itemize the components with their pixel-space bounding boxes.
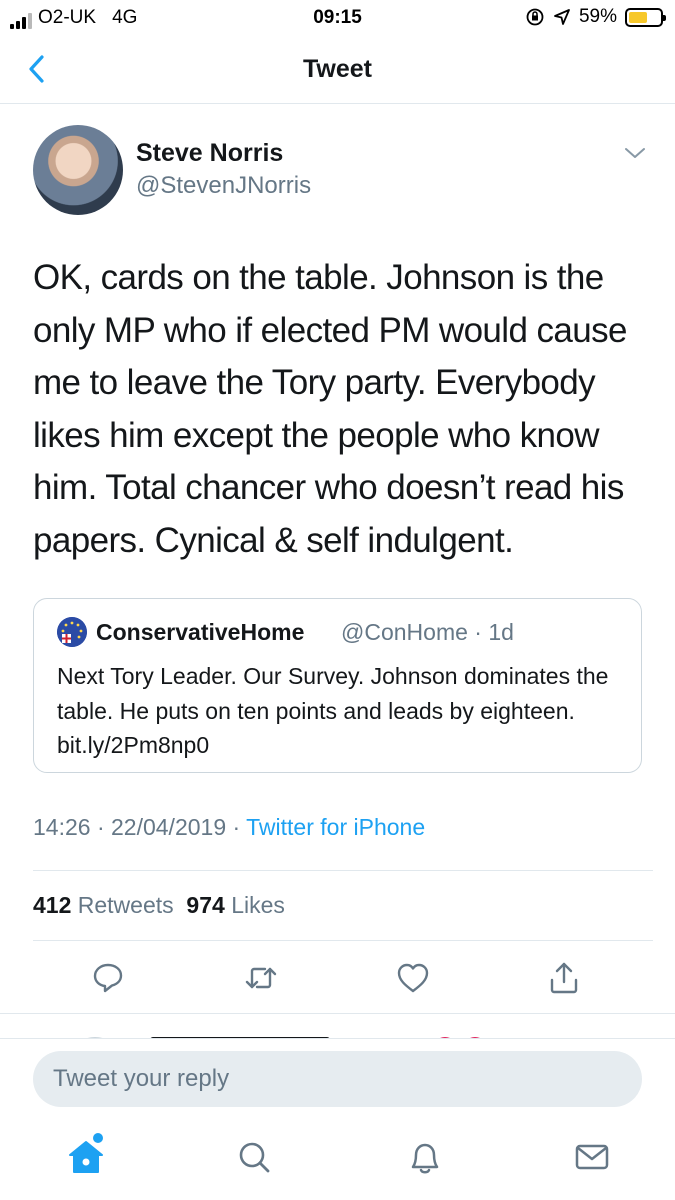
like-count[interactable]: 974 bbox=[186, 892, 224, 918]
status-bar: O2-UK 4G 09:15 59% bbox=[0, 0, 675, 36]
quoted-tweet-text: Next Tory Leader. Our Survey. Johnson do… bbox=[57, 663, 609, 758]
tweet-timestamp: 14:26 · 22/04/2019 · bbox=[33, 814, 247, 840]
author-name[interactable]: Steve Norris bbox=[136, 139, 283, 168]
retweet-count-label[interactable]: Retweets bbox=[78, 892, 174, 918]
author-handle[interactable]: @StevenJNorris bbox=[136, 172, 311, 200]
like-count-label[interactable]: Likes bbox=[231, 892, 285, 918]
tweet-meta: 14:26 · 22/04/2019 · Twitter for iPhone bbox=[33, 814, 425, 841]
back-button[interactable] bbox=[22, 52, 52, 86]
engagement-counts: 412 Retweets 974 Likes bbox=[33, 892, 285, 919]
reply-input[interactable] bbox=[33, 1051, 642, 1107]
reply-icon[interactable] bbox=[90, 960, 126, 996]
share-icon[interactable] bbox=[546, 960, 582, 996]
quoted-author-name: ConservativeHome bbox=[96, 619, 305, 645]
quoted-author-handle: @ConHome · 1d bbox=[341, 619, 514, 645]
quoted-author-avatar bbox=[57, 617, 87, 647]
tweet-text: OK, cards on the table. Johnson is the o… bbox=[33, 258, 627, 560]
next-reply-peek bbox=[60, 1030, 620, 1038]
battery-icon bbox=[625, 7, 666, 27]
battery-percent: 59% bbox=[578, 6, 617, 27]
author-avatar[interactable] bbox=[33, 125, 123, 215]
chevron-down-icon[interactable] bbox=[620, 142, 650, 164]
divider bbox=[33, 940, 653, 941]
navigation-bar: Tweet bbox=[0, 36, 675, 104]
search-icon[interactable] bbox=[234, 1137, 274, 1177]
orientation-lock-icon bbox=[526, 8, 544, 26]
quoted-tweet-card[interactable]: ConservativeHome @ConHome · 1d Next Tory… bbox=[33, 598, 642, 773]
page-title: Tweet bbox=[303, 55, 372, 83]
new-content-indicator bbox=[93, 1133, 103, 1143]
tweet-source-link[interactable]: Twitter for iPhone bbox=[246, 814, 425, 840]
retweet-icon[interactable] bbox=[243, 960, 279, 996]
divider bbox=[0, 1013, 675, 1014]
location-icon bbox=[554, 9, 570, 25]
notifications-icon[interactable] bbox=[405, 1137, 445, 1177]
divider bbox=[33, 870, 653, 871]
like-icon[interactable] bbox=[395, 960, 431, 996]
retweet-count[interactable]: 412 bbox=[33, 892, 71, 918]
tweet-detail-screen: O2-UK 4G 09:15 59% Tweet Steve Norris @S… bbox=[0, 0, 675, 1200]
home-icon[interactable] bbox=[66, 1137, 106, 1177]
messages-icon[interactable] bbox=[572, 1137, 612, 1177]
